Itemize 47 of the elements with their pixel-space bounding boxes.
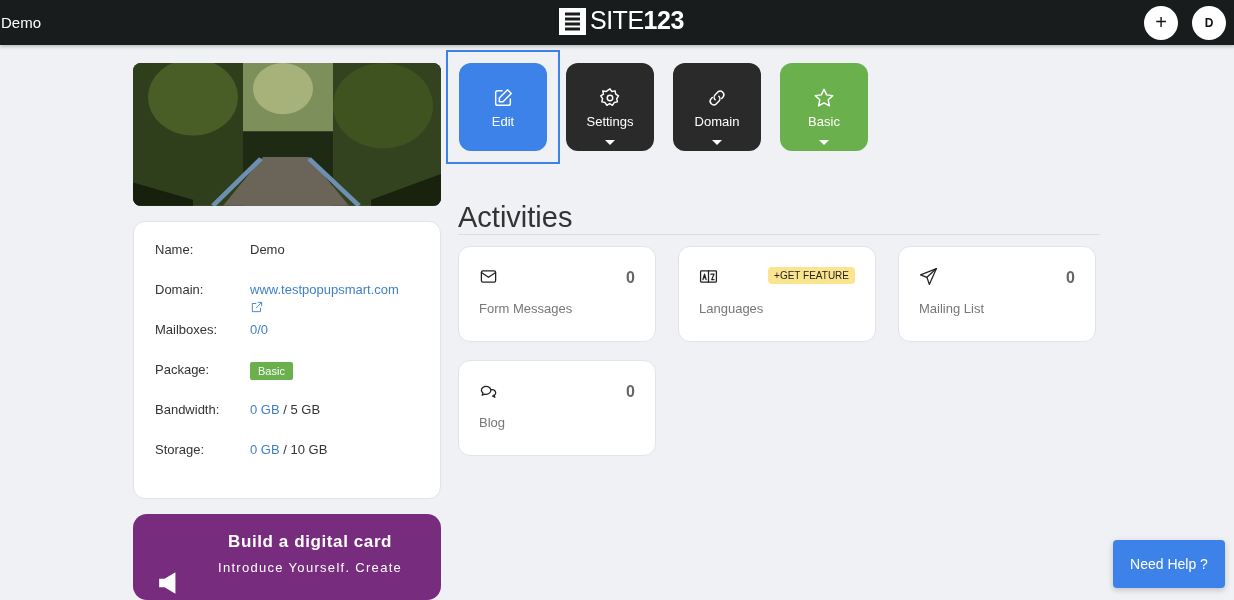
- edit-button[interactable]: Edit: [459, 63, 547, 151]
- paper-plane-icon: [919, 267, 938, 286]
- activity-label: Form Messages: [479, 301, 573, 316]
- info-label: Domain:: [155, 281, 205, 299]
- info-label: Package:: [155, 361, 211, 379]
- usage-used: 0 GB: [250, 441, 280, 457]
- activity-label: Blog: [479, 415, 506, 430]
- info-label: Name:: [155, 241, 195, 259]
- envelope-icon: [479, 267, 498, 286]
- domain-button[interactable]: Domain: [673, 63, 761, 151]
- activity-count: 0: [626, 383, 635, 401]
- link-icon: [706, 87, 728, 109]
- usage-total: / 10 GB: [283, 441, 328, 457]
- info-label: Mailboxes:: [155, 321, 219, 339]
- avatar-button[interactable]: D: [1192, 5, 1226, 40]
- promo-card[interactable]: Build a digital card Introduce Yourself. Create: [133, 513, 441, 600]
- activity-count: 0: [626, 269, 635, 287]
- activity-card[interactable]: 0 Form Messages: [458, 246, 656, 342]
- activity-label: Languages: [699, 301, 764, 316]
- package-badge: Basic: [250, 361, 293, 380]
- add-button[interactable]: +: [1144, 5, 1178, 40]
- star-icon: [813, 87, 835, 109]
- info-link[interactable]: 0/0: [250, 321, 269, 337]
- activity-label: Mailing List: [919, 301, 985, 316]
- get-feature-badge[interactable]: +GET FEATURE: [768, 267, 855, 284]
- translate-icon: [699, 267, 718, 286]
- usage-used: 0 GB: [250, 401, 280, 417]
- settings-button[interactable]: Settings: [566, 63, 654, 151]
- info-label: Storage:: [155, 441, 206, 459]
- promo-text: Introduce Yourself. Create: [218, 559, 403, 575]
- site-name: Demo: [1, 14, 41, 31]
- info-link[interactable]: www.testpopupsmart.com: [250, 281, 399, 297]
- help-button[interactable]: Need Help ?: [1113, 540, 1225, 588]
- info-value: Demo: [250, 241, 285, 257]
- usage-total: / 5 GB: [283, 401, 321, 417]
- activity-card[interactable]: +GET FEATURE Languages: [678, 246, 876, 342]
- external-link-icon: [250, 299, 264, 314]
- info-label: Bandwidth:: [155, 401, 221, 419]
- edit-icon: [492, 87, 514, 109]
- activity-card[interactable]: 0 Blog: [458, 360, 656, 456]
- activity-count: 0: [1066, 269, 1075, 287]
- section-heading: Activities: [458, 201, 1100, 235]
- logo-text: SITE123: [590, 6, 684, 35]
- gear-icon: [599, 87, 621, 109]
- activity-card[interactable]: 0 Mailing List: [898, 246, 1096, 342]
- logo-icon: [559, 6, 586, 35]
- promo-title: Build a digital card: [227, 531, 394, 552]
